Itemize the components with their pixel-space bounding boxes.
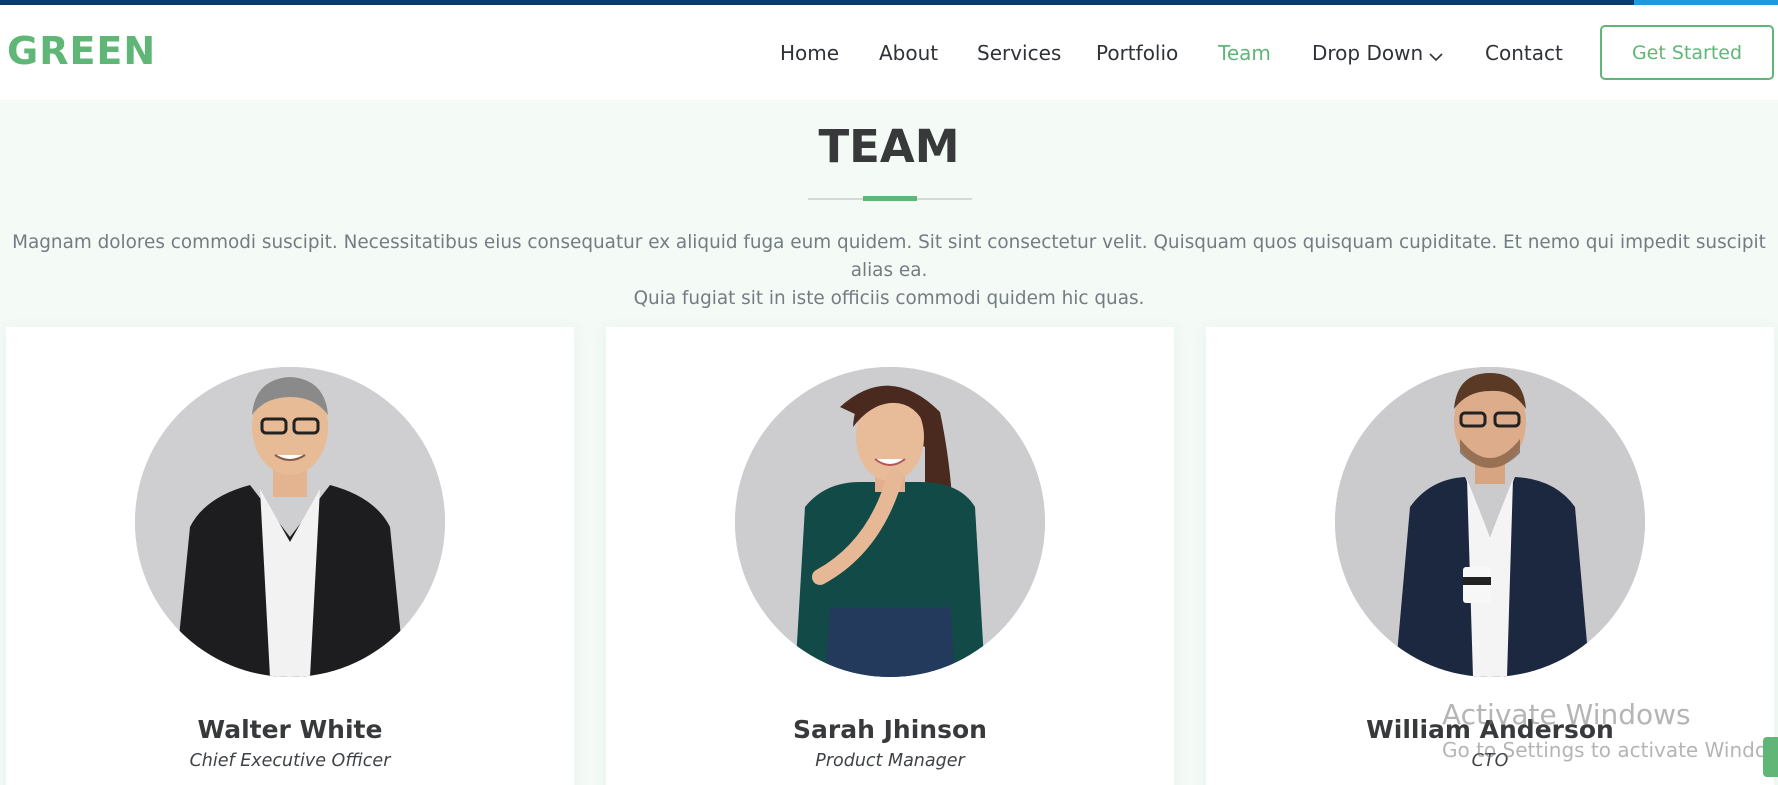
activate-windows-subtext: Go to Settings to activate Windows. [1442,738,1778,762]
nav-item-services[interactable]: Services [977,41,1061,65]
section-description-line: Magnam dolores commodi suscipit. Necessi… [12,232,1766,281]
team-member-card: Sarah Jhinson Product Manager [606,327,1174,785]
nav-item-about[interactable]: About [879,41,938,65]
nav-item-team[interactable]: Team [1218,41,1271,65]
nav-item-dropdown[interactable]: Drop Down [1312,41,1443,67]
chevron-down-icon [1429,43,1443,67]
nav-item-contact[interactable]: Contact [1485,41,1563,65]
get-started-button[interactable]: Get Started [1600,25,1774,80]
main-nav: Home About Services Portfolio Team Drop … [0,5,1778,100]
site-header: GREEN Home About Services Portfolio Team… [0,5,1778,100]
back-to-top-button[interactable] [1763,737,1778,777]
member-role: Chief Executive Officer [189,751,391,771]
member-photo [135,367,445,677]
title-divider-accent [863,196,917,201]
member-name: Walter White [197,715,383,744]
member-role: Product Manager [815,751,965,771]
nav-item-home[interactable]: Home [780,41,839,65]
member-photo [1335,367,1645,677]
team-member-card: Walter White Chief Executive Officer [6,327,574,785]
member-name: Sarah Jhinson [793,715,987,744]
nav-item-portfolio[interactable]: Portfolio [1096,41,1178,65]
nav-item-dropdown-label: Drop Down [1312,41,1424,65]
section-description: Magnam dolores commodi suscipit. Necessi… [0,229,1778,313]
member-photo [735,367,1045,677]
section-title: TEAM [818,120,960,173]
section-description-line: Quia fugiat sit in iste officiis commodi… [633,288,1145,309]
activate-windows-watermark: Activate Windows [1442,698,1691,731]
